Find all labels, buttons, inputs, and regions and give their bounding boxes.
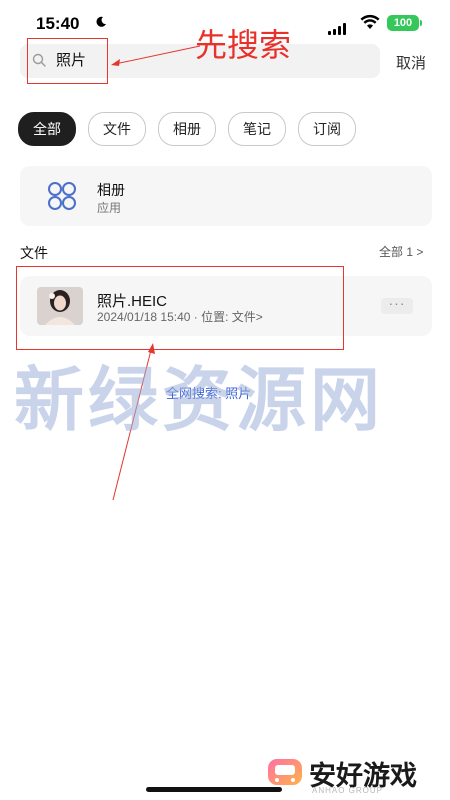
cellular-signal-icon — [328, 17, 348, 35]
home-indicator[interactable] — [146, 787, 282, 792]
photos-app-icon — [48, 182, 76, 210]
chip-albums[interactable]: 相册 — [158, 112, 216, 146]
annotation-arrow — [111, 45, 201, 66]
brand-logo-subtext: ANHAO GROUP — [312, 786, 384, 795]
cancel-button[interactable]: 取消 — [396, 52, 426, 73]
annotation-label: 先搜索 — [195, 26, 292, 64]
gamepad-logo-icon — [268, 759, 302, 785]
chip-all[interactable]: 全部 — [18, 112, 76, 146]
filter-chips: 全部 文件 相册 笔记 订阅 — [18, 112, 356, 146]
files-section-title: 文件 — [20, 245, 48, 261]
chip-subscriptions[interactable]: 订阅 — [298, 112, 356, 146]
files-see-all-link[interactable]: 全部 1 > — [379, 243, 423, 260]
chip-files[interactable]: 文件 — [88, 112, 146, 146]
status-time: 15:40 — [36, 14, 80, 33]
app-name: 相册 — [97, 182, 125, 198]
moon-icon — [96, 16, 106, 27]
wifi-icon — [360, 14, 380, 29]
watermark-text: 新绿资源网 — [14, 359, 384, 441]
app-result-card[interactable]: 相册 应用 — [20, 166, 432, 226]
annotation-box-search — [27, 38, 108, 84]
battery-nub — [420, 20, 422, 26]
more-options-button[interactable]: ··· — [381, 296, 413, 314]
annotation-box-file — [16, 266, 344, 350]
app-type-label: 应用 — [97, 201, 122, 215]
battery-indicator: 100 — [387, 15, 419, 31]
chip-notes[interactable]: 笔记 — [228, 112, 286, 146]
